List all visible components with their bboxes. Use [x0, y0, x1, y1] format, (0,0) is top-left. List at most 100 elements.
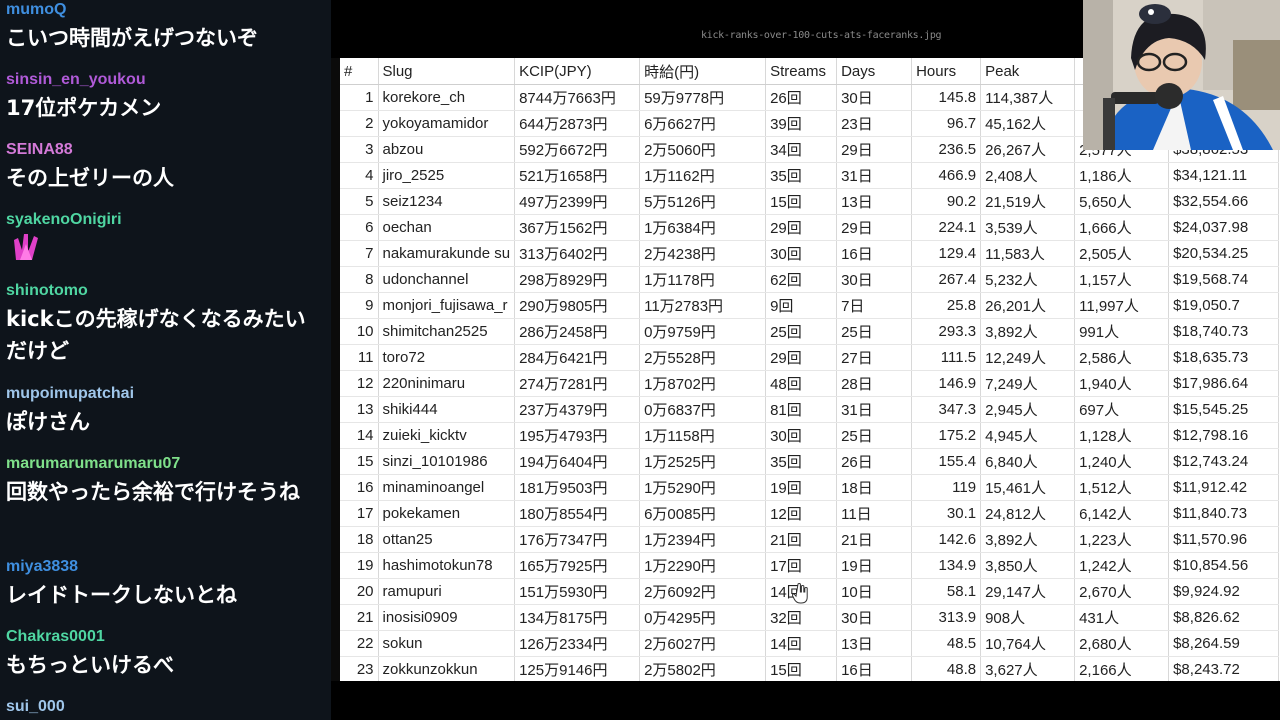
table-cell: 48回 — [765, 370, 838, 397]
table-cell: 45,162人 — [980, 110, 1076, 137]
table-cell: 30回 — [765, 240, 838, 267]
table-cell: 90.2 — [911, 188, 982, 215]
table-cell: monjori_fujisawa_r — [378, 292, 516, 319]
table-cell: minaminoangel — [378, 474, 516, 501]
table-cell: 39回 — [765, 110, 838, 137]
table-cell: 367万1562円 — [514, 214, 641, 241]
table-row: 13 shiki444 237万4379円 0万6837円 81回 31日 347.3 2,9… — [340, 396, 1280, 423]
table-cell: 28日 — [836, 370, 913, 397]
table-cell: 129.4 — [911, 240, 982, 267]
table-cell: 119 — [911, 474, 982, 501]
table-cell: 62回 — [765, 266, 838, 293]
table-cell: 29,147人 — [980, 578, 1076, 605]
table-cell: 13日 — [836, 188, 913, 215]
table-cell: 1,240人 — [1074, 448, 1170, 475]
table-row: 17 pokekamen 180万8554円 6万0085円 12回 11日 30.1 24,… — [340, 500, 1280, 527]
table-cell: 1万2290円 — [639, 552, 767, 579]
table-cell: 1,940人 — [1074, 370, 1170, 397]
table-cell: 21日 — [836, 526, 913, 553]
table-cell: 1 — [340, 84, 379, 111]
table-cell: 1万5290円 — [639, 474, 767, 501]
table-cell: 32回 — [765, 604, 838, 631]
table-cell: 6万6627円 — [639, 110, 767, 137]
table-cell: $18,740.73 — [1168, 318, 1280, 345]
table-cell: nakamurakunde su — [378, 240, 516, 267]
table-cell: 21 — [340, 604, 379, 631]
table-cell: 2万5060円 — [639, 136, 767, 163]
table-cell: 25.8 — [911, 292, 982, 319]
table-cell: 180万8554円 — [514, 500, 641, 527]
table-cell: 3,627人 — [980, 656, 1076, 681]
table-row: 19 hashimotokun78 165万7925円 1万2290円 17回 19日 13… — [340, 552, 1280, 579]
chat-username[interactable]: syakenoOnigiri — [6, 210, 324, 230]
table-cell: 25日 — [836, 422, 913, 449]
table-cell: 1万2525円 — [639, 448, 767, 475]
table-cell: 1,223人 — [1074, 526, 1170, 553]
table-cell: yokoyamamidor — [378, 110, 516, 137]
table-cell: $17,986.64 — [1168, 370, 1280, 397]
table-row: 12 220ninimaru 274万7281円 1万8702円 48回 28日 146.9… — [340, 370, 1280, 397]
table-cell: 697人 — [1074, 396, 1170, 423]
table-cell: 17回 — [765, 552, 838, 579]
table-cell: 10日 — [836, 578, 913, 605]
table-cell: 1万1158円 — [639, 422, 767, 449]
table-row: 10 shimitchan2525 286万2458円 0万9759円 25回 25日 29… — [340, 318, 1280, 345]
chat-text: kickこの先稼げなくなるみたいだけど — [6, 307, 306, 363]
table-cell: 134万8175円 — [514, 604, 641, 631]
table-cell: 1,512人 — [1074, 474, 1170, 501]
table-cell: 466.9 — [911, 162, 982, 189]
table-cell: 1万1162円 — [639, 162, 767, 189]
table-cell: 3 — [340, 136, 379, 163]
table-cell: 1,128人 — [1074, 422, 1170, 449]
table-cell: 2,505人 — [1074, 240, 1170, 267]
table-cell: 497万2399円 — [514, 188, 641, 215]
table-cell: 195万4793円 — [514, 422, 641, 449]
chat-username[interactable]: miya3838 — [6, 557, 324, 577]
table-row: 22 sokun 126万2334円 2万6027円 14回 13日 48.5 10,764人… — [340, 630, 1280, 657]
table-cell: 224.1 — [911, 214, 982, 241]
table-cell: 176万7347円 — [514, 526, 641, 553]
table-cell: 181万9503円 — [514, 474, 641, 501]
chat-username[interactable]: shinotomo — [6, 281, 324, 301]
column-header: Streams — [765, 58, 838, 85]
table-cell: 4 — [340, 162, 379, 189]
table-cell: 2万6027円 — [639, 630, 767, 657]
table-cell: 1万2394円 — [639, 526, 767, 553]
table-cell: 5,232人 — [980, 266, 1076, 293]
table-cell: zuieki_kicktv — [378, 422, 516, 449]
chat-message: mumoQ こいつ時間がえげつないぞ — [6, 0, 324, 54]
table-cell: 11,997人 — [1074, 292, 1170, 319]
table-cell: 96.7 — [911, 110, 982, 137]
stream-bottom-bar — [331, 681, 1280, 720]
ranking-spreadsheet: # Slug KCIP(JPY) 時給(円) Streams Days Hours Peak … — [340, 58, 1280, 681]
chat-username[interactable]: mumoQ — [6, 0, 324, 20]
chat-message: Chakras0001 もちっといけるべ — [6, 627, 324, 681]
chat-username[interactable]: marumarumarumaru07 — [6, 454, 324, 474]
table-cell: $24,037.98 — [1168, 214, 1280, 241]
table-cell: zokkunzokkun — [378, 656, 516, 681]
chat-username[interactable]: sui_000 — [6, 697, 324, 717]
column-header: Days — [836, 58, 913, 85]
table-cell: 908人 — [980, 604, 1076, 631]
table-cell: 145.8 — [911, 84, 982, 111]
chat-message: miya3838 レイドトークしないとね — [6, 557, 324, 611]
table-cell: 29回 — [765, 344, 838, 371]
table-cell: 26回 — [765, 84, 838, 111]
chat-message: shinotomo kickこの先稼げなくなるみたいだけど — [6, 281, 324, 367]
table-cell: 12 — [340, 370, 379, 397]
chat-username[interactable]: sinsin_en_youkou — [6, 70, 324, 90]
chat-username[interactable]: mupoimupatchai — [6, 384, 324, 404]
chat-username[interactable]: Chakras0001 — [6, 627, 324, 647]
table-cell: 2,670人 — [1074, 578, 1170, 605]
table-cell: 146.9 — [911, 370, 982, 397]
table-cell: 35回 — [765, 162, 838, 189]
table-cell: 134.9 — [911, 552, 982, 579]
column-header: KCIP(JPY) — [514, 58, 641, 85]
table-cell: $34,121.11 — [1168, 162, 1280, 189]
table-cell: 220ninimaru — [378, 370, 516, 397]
streamer-webcam-image — [1083, 0, 1280, 150]
chat-username[interactable]: SEINA88 — [6, 140, 324, 160]
table-cell: 21回 — [765, 526, 838, 553]
table-cell: 194万6404円 — [514, 448, 641, 475]
table-cell: 313万6402円 — [514, 240, 641, 267]
